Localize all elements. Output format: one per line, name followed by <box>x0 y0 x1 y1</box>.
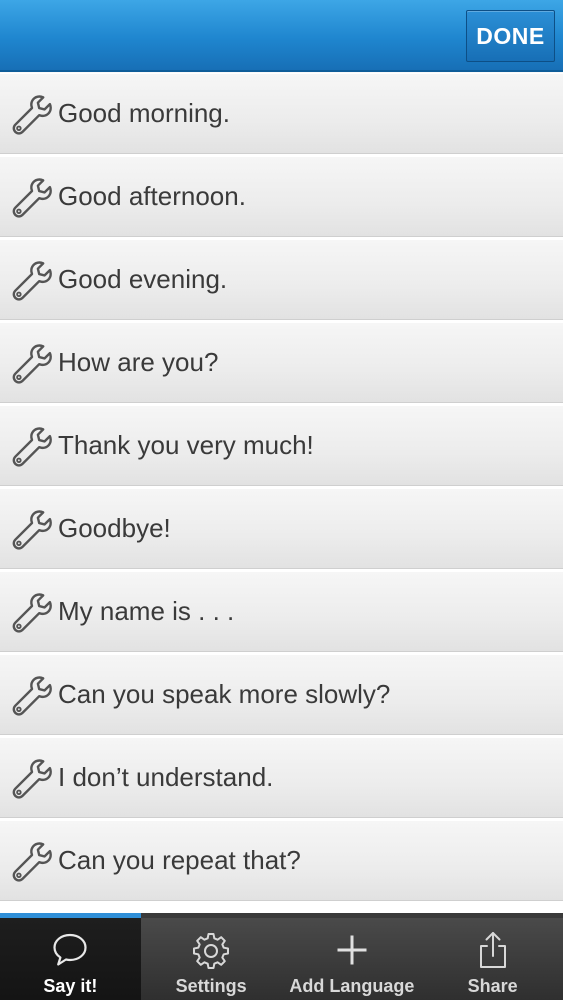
wrench-icon[interactable] <box>9 424 53 468</box>
phrase-text: I don’t understand. <box>58 762 274 792</box>
phrase-item[interactable]: Thank you very much! <box>0 405 563 486</box>
tab-label: Share <box>467 976 518 996</box>
wrench-icon[interactable] <box>9 175 53 219</box>
gear-icon <box>193 933 230 969</box>
phrase-text: Goodbye! <box>58 513 171 543</box>
phrase-list: Good morning. Good afternoon. Good eveni… <box>0 73 563 913</box>
phrase-text: Can you repeat that? <box>58 845 301 875</box>
tab-settings[interactable]: Settings <box>141 918 282 1000</box>
tab-share[interactable]: Share <box>422 918 563 1000</box>
phrase-text: Thank you very much! <box>58 430 314 460</box>
phrase-item[interactable]: Goodbye! <box>0 488 563 569</box>
share-icon <box>479 932 506 968</box>
wrench-icon[interactable] <box>9 590 53 634</box>
phrase-item[interactable]: Good morning. <box>0 73 563 154</box>
bottom-tab-bar: Say it! Settings Add Language Share <box>0 913 563 1000</box>
wrench-icon[interactable] <box>9 258 53 302</box>
action-bar: DONE <box>0 0 563 72</box>
phrase-item[interactable]: Good afternoon. <box>0 156 563 237</box>
wrench-icon[interactable] <box>9 341 53 385</box>
phrasebook-edit-screen: DONE Good morning. Good afternoon. Good … <box>0 0 563 1000</box>
plus-icon <box>337 935 367 965</box>
phrase-text: Good afternoon. <box>58 181 246 211</box>
tab-label: Say it! <box>43 976 98 996</box>
wrench-icon[interactable] <box>9 839 53 883</box>
speech-bubble-icon <box>53 933 87 966</box>
phrase-item[interactable]: Good evening. <box>0 239 563 320</box>
tab-add-language[interactable]: Add Language <box>282 918 423 1000</box>
phrase-text: Can you speak more slowly? <box>58 679 391 709</box>
done-button[interactable]: DONE <box>466 10 555 62</box>
phrase-text: Good morning. <box>58 98 230 128</box>
wrench-icon[interactable] <box>9 507 53 551</box>
wrench-icon[interactable] <box>9 673 53 717</box>
phrase-text: Good evening. <box>58 264 228 294</box>
tab-say-it[interactable]: Say it! <box>0 913 141 1000</box>
phrase-text: How are you? <box>58 347 219 377</box>
phrase-item[interactable]: I don’t understand. <box>0 737 563 818</box>
tab-label: Settings <box>175 976 247 996</box>
wrench-icon[interactable] <box>9 92 53 136</box>
phrase-item[interactable]: Can you repeat that? <box>0 820 563 901</box>
phrase-item[interactable]: My name is . . . <box>0 571 563 652</box>
phrase-text: My name is . . . <box>58 596 235 626</box>
wrench-icon[interactable] <box>9 756 53 800</box>
tab-label: Add Language <box>289 976 415 996</box>
phrase-item[interactable]: Can you speak more slowly? <box>0 654 563 735</box>
phrase-item[interactable]: How are you? <box>0 322 563 403</box>
